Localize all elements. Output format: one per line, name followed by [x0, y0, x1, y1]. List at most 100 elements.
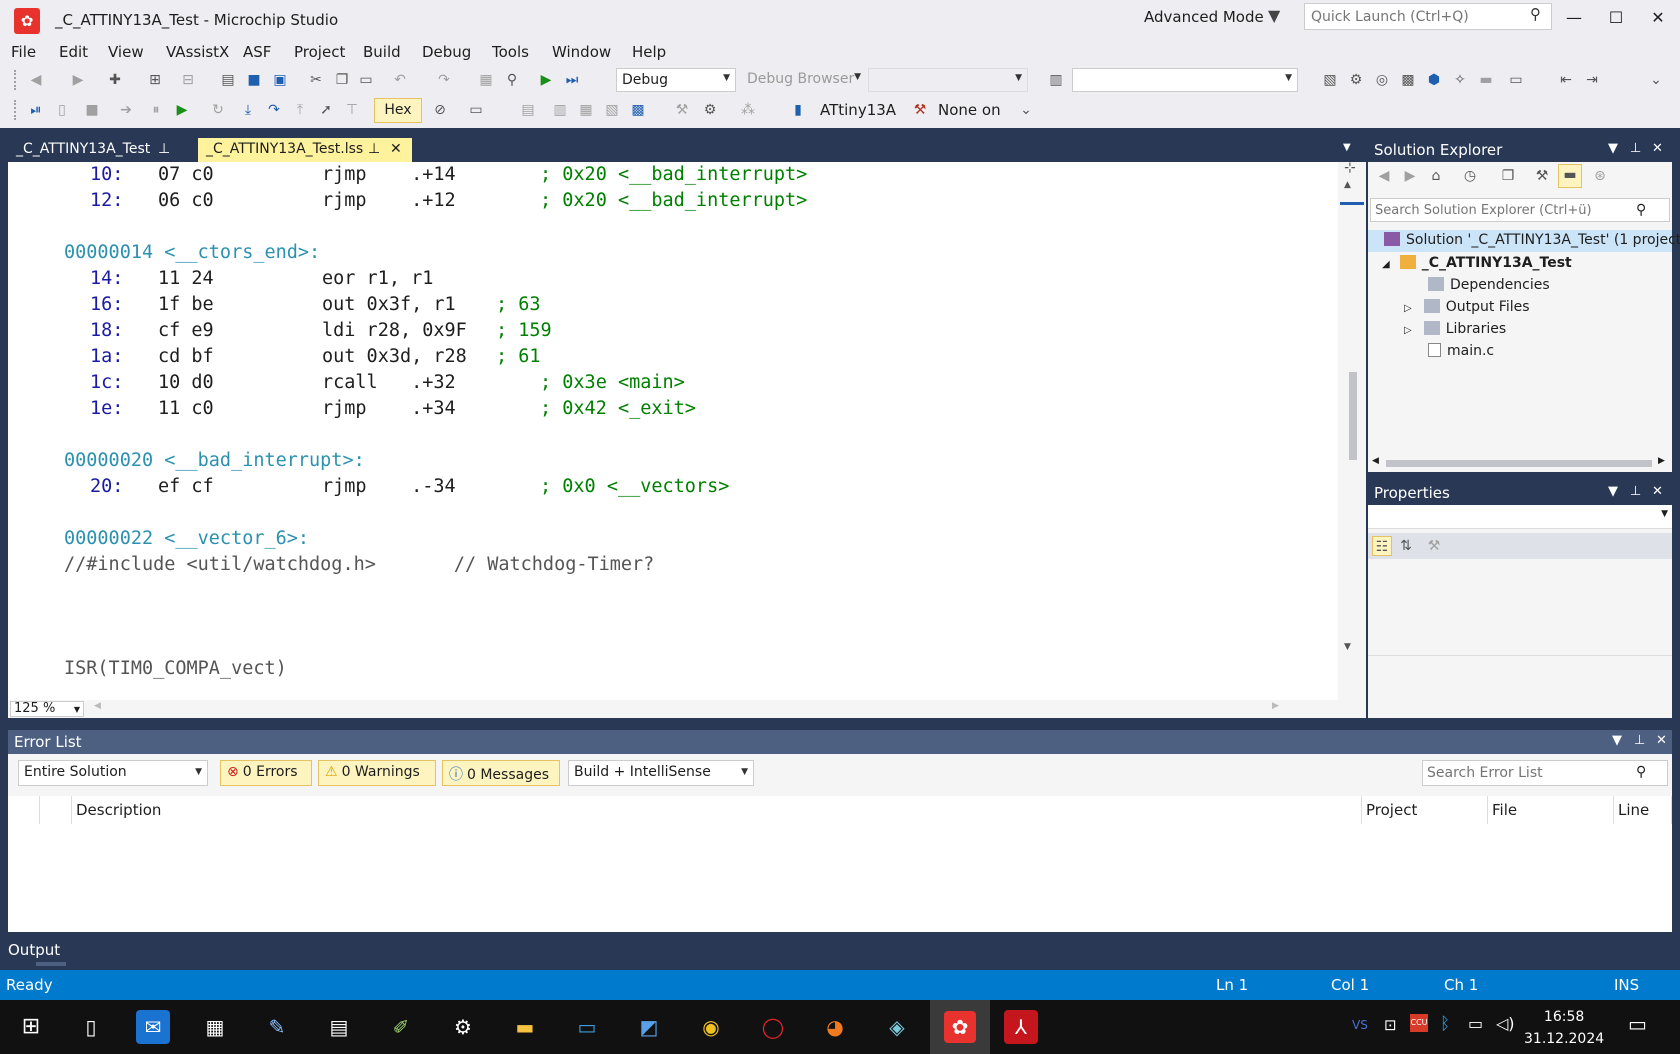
tool-label[interactable]: None on: [938, 101, 1001, 119]
breakpoints-window-icon[interactable]: ▭: [466, 100, 486, 120]
menu-vassistx[interactable]: VAssistX: [166, 43, 229, 61]
tree-output-files[interactable]: ▷ Output Files: [1404, 297, 1530, 319]
menu-help[interactable]: Help: [632, 43, 666, 61]
tree-dependencies[interactable]: Dependencies: [1428, 275, 1550, 297]
column-code[interactable]: [40, 796, 72, 824]
run-icon[interactable]: ▶: [172, 100, 192, 120]
menu-edit[interactable]: Edit: [59, 43, 88, 61]
show-next-statement-icon[interactable]: ➔: [116, 100, 136, 120]
pin-icon[interactable]: ⊥: [158, 141, 170, 157]
quick-launch-input[interactable]: [1304, 3, 1552, 30]
firefox-icon[interactable]: ◕: [818, 1010, 852, 1044]
registers-icon[interactable]: ▥: [550, 100, 570, 120]
open-file-icon[interactable]: ▤: [218, 70, 238, 90]
scroll-up-icon[interactable]: ▲: [1344, 180, 1351, 190]
filter-icon[interactable]: ▼: [1268, 6, 1280, 25]
disassembly-icon[interactable]: ▩: [628, 100, 648, 120]
refresh-icon[interactable]: ◎: [1372, 70, 1392, 90]
menu-project[interactable]: Project: [294, 43, 345, 61]
memory-icon[interactable]: ▩: [1398, 70, 1418, 90]
scroll-thumb[interactable]: [1349, 372, 1357, 460]
stop-icon[interactable]: ■: [82, 100, 102, 120]
expanded-icon[interactable]: ◢: [1382, 259, 1390, 270]
continue-icon[interactable]: ⏯: [26, 100, 46, 120]
split-icon[interactable]: ⊹: [1344, 160, 1356, 176]
property-pages-icon[interactable]: ⚒: [1424, 536, 1444, 556]
save-all-icon[interactable]: ▣: [270, 70, 290, 90]
close-icon[interactable]: ✕: [1652, 484, 1663, 499]
scroll-thumb[interactable]: [1386, 460, 1652, 467]
search-icon[interactable]: ⚲: [1636, 764, 1646, 780]
app-icon[interactable]: ◈: [880, 1010, 914, 1044]
save-icon[interactable]: ■: [244, 70, 264, 90]
forward-icon[interactable]: ▶: [1400, 166, 1420, 186]
calculator-icon[interactable]: ▦: [198, 1010, 232, 1044]
build-filter-dropdown[interactable]: Build + IntelliSense ▼: [568, 760, 754, 786]
task-view-icon[interactable]: ▯: [74, 1010, 108, 1044]
home-icon[interactable]: ⌂: [1426, 166, 1446, 186]
volume-icon[interactable]: ◁): [1496, 1014, 1515, 1033]
errors-filter-button[interactable]: ⊗ 0 Errors: [220, 760, 312, 786]
debug-browser-dropdown[interactable]: Debug Browser ▼: [742, 68, 866, 92]
column-file[interactable]: File: [1488, 796, 1614, 824]
hex-display-toggle[interactable]: Hex: [374, 98, 422, 123]
chrome-icon[interactable]: ◉: [694, 1010, 728, 1044]
error-list-rows[interactable]: [8, 824, 1672, 932]
column-description[interactable]: Description: [72, 796, 1362, 824]
file-explorer-icon[interactable]: ▬: [508, 1010, 542, 1044]
run-to-cursor-icon[interactable]: ➚: [316, 100, 336, 120]
se-horizontal-scrollbar[interactable]: ◀ ▶: [1368, 454, 1672, 472]
find-icon[interactable]: ⚲: [502, 70, 522, 90]
tray-device-icon[interactable]: ⊡: [1384, 1016, 1397, 1034]
program-icon[interactable]: ⚒: [672, 100, 692, 120]
pin-icon[interactable]: ⊥: [1634, 733, 1645, 748]
toolbar-overflow-icon[interactable]: ⌄: [1646, 70, 1666, 90]
column-severity[interactable]: [8, 796, 40, 824]
properties-object-dropdown[interactable]: ▼: [1368, 505, 1672, 529]
add-existing-icon[interactable]: ⊟: [178, 70, 198, 90]
menu-asf[interactable]: ASF: [243, 43, 271, 61]
forward-icon[interactable]: ▶: [68, 70, 88, 90]
show-all-files-icon[interactable]: ▬: [1558, 164, 1582, 188]
network-icon[interactable]: ▭: [1468, 1014, 1483, 1033]
terminal-icon[interactable]: ▭: [1506, 70, 1526, 90]
tray-ccu-icon[interactable]: CCU: [1410, 1014, 1428, 1032]
opera-icon[interactable]: ◯: [756, 1010, 790, 1044]
chevron-down-icon[interactable]: ▼: [1608, 484, 1618, 499]
code-area[interactable]: 10: 07 c0 rjmp .+14 ; 0x20 <__bad_interrupt…: [8, 162, 1338, 700]
toolbar-overflow-icon[interactable]: ⌄: [1016, 100, 1036, 120]
pause-icon[interactable]: ⏸: [146, 100, 166, 120]
disable-breakpoints-icon[interactable]: ⊘: [430, 100, 450, 120]
column-line[interactable]: Line: [1614, 796, 1672, 824]
collapsed-icon[interactable]: ▷: [1404, 325, 1412, 336]
close-icon[interactable]: ✕: [1656, 733, 1667, 748]
menu-build[interactable]: Build: [363, 43, 401, 61]
microchip-studio-taskbar-icon[interactable]: ✿: [930, 1000, 990, 1054]
chevron-down-icon[interactable]: ▼: [1612, 733, 1622, 748]
advanced-mode-label[interactable]: Advanced Mode: [1144, 8, 1264, 26]
tray-bluetooth-icon[interactable]: ᛒ: [1440, 1014, 1450, 1034]
microchip-studio-icon[interactable]: ✿: [14, 8, 40, 34]
disabled-tool-icon[interactable]: ▬: [1476, 70, 1496, 90]
preview-icon[interactable]: ⊛: [1590, 166, 1610, 186]
menu-tools[interactable]: Tools: [492, 43, 529, 61]
toolbar-grip[interactable]: [14, 100, 17, 120]
close-icon[interactable]: ✕: [1652, 141, 1663, 156]
collapse-all-icon[interactable]: ❐: [1498, 166, 1518, 186]
menu-view[interactable]: View: [108, 43, 144, 61]
properties-icon[interactable]: ⚒: [1532, 166, 1552, 186]
solution-search-input[interactable]: [1370, 198, 1670, 222]
scroll-right-icon[interactable]: ▶: [1272, 701, 1279, 711]
scroll-right-icon[interactable]: ▶: [1658, 456, 1665, 466]
paint-icon[interactable]: ✎: [260, 1010, 294, 1044]
pin-icon[interactable]: ⊥: [368, 141, 380, 157]
history-icon[interactable]: ◷: [1460, 166, 1480, 186]
find-symbol-icon[interactable]: ▥: [1046, 70, 1066, 90]
device-label[interactable]: ATtiny13A: [820, 101, 896, 119]
control-panel-icon[interactable]: ▭: [570, 1010, 604, 1044]
tree-project[interactable]: ◢ _C_ATTINY13A_Test: [1382, 253, 1572, 275]
clipboard-icon[interactable]: ▤: [322, 1010, 356, 1044]
indent-icon[interactable]: ⇥: [1582, 70, 1602, 90]
warnings-filter-button[interactable]: ⚠ 0 Warnings: [318, 760, 436, 786]
system-clock[interactable]: 16:58 31.12.2024: [1524, 1006, 1604, 1050]
